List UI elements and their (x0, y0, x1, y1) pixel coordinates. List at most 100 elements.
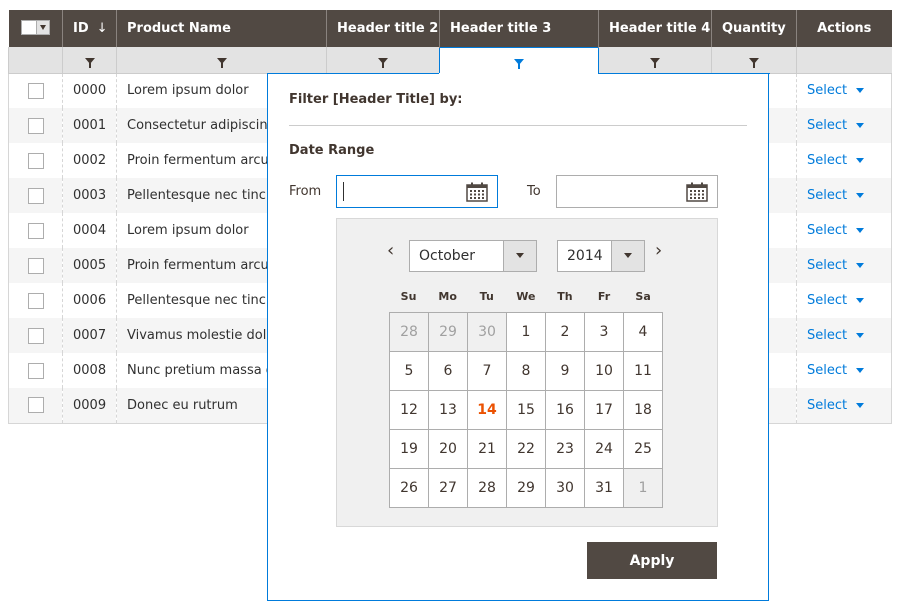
calendar-day[interactable]: 17 (584, 390, 624, 430)
calendar-day[interactable]: 7 (467, 351, 507, 391)
calendar-icon[interactable] (686, 182, 708, 202)
apply-button[interactable]: Apply (587, 542, 717, 579)
row-checkbox[interactable] (27, 257, 44, 274)
calendar-day[interactable]: 11 (623, 351, 663, 391)
caret-down-icon[interactable] (856, 368, 865, 373)
row-checkbox[interactable] (27, 82, 44, 99)
calendar-day[interactable]: 23 (545, 429, 585, 469)
filter-button-title-2[interactable] (326, 47, 440, 74)
select-action-dropdown[interactable]: Select (807, 328, 865, 343)
calendar-day-today[interactable]: 14 (467, 390, 507, 430)
filter-button-id[interactable] (62, 47, 117, 74)
calendar-day[interactable]: 31 (584, 468, 624, 508)
caret-down-icon[interactable] (856, 333, 865, 338)
sort-descending-icon[interactable]: ↓ (97, 21, 108, 36)
calendar-day-other-month[interactable]: 30 (467, 312, 507, 352)
row-checkbox[interactable] (27, 222, 44, 239)
column-header-title-4[interactable]: Header title 4 (598, 10, 712, 47)
filter-icon[interactable] (650, 58, 660, 69)
select-action-dropdown[interactable]: Select (807, 188, 865, 203)
calendar-day[interactable]: 18 (623, 390, 663, 430)
calendar-day[interactable]: 25 (623, 429, 663, 469)
calendar-day[interactable]: 9 (545, 351, 585, 391)
calendar-day[interactable]: 1 (506, 312, 546, 352)
chevron-down-icon[interactable] (35, 20, 49, 34)
calendar-day-other-month[interactable]: 1 (623, 468, 663, 508)
row-checkbox[interactable] (27, 117, 44, 134)
calendar-icon[interactable] (466, 182, 488, 202)
caret-down-icon[interactable] (856, 402, 865, 408)
filter-icon[interactable] (514, 58, 524, 69)
calendar-day[interactable]: 28 (467, 468, 507, 508)
calendar-day[interactable]: 29 (506, 468, 546, 508)
year-select[interactable]: 2014 (557, 240, 645, 272)
filter-button-quantity[interactable] (711, 47, 797, 74)
select-action-dropdown[interactable]: Select (807, 118, 865, 133)
select-action-dropdown[interactable]: Select (807, 398, 865, 413)
calendar-day[interactable]: 5 (389, 351, 429, 391)
calendar-day[interactable]: 20 (428, 429, 468, 469)
select-action-dropdown[interactable]: Select (807, 258, 865, 273)
filter-icon[interactable] (749, 58, 759, 69)
row-checkbox[interactable] (27, 397, 44, 414)
calendar-day[interactable]: 13 (428, 390, 468, 430)
calendar-day[interactable]: 16 (545, 390, 585, 430)
mass-select-dropdown[interactable] (20, 19, 50, 35)
to-date-input[interactable] (563, 176, 683, 205)
calendar-day[interactable]: 22 (506, 429, 546, 469)
calendar-day[interactable]: 26 (389, 468, 429, 508)
caret-down-icon[interactable] (856, 298, 865, 303)
filter-icon[interactable] (216, 58, 227, 69)
column-header-title-3[interactable]: Header title 3 (439, 10, 599, 47)
column-header-product-name[interactable]: Product Name (116, 10, 327, 47)
to-date-field[interactable] (556, 175, 718, 208)
calendar-day[interactable]: 15 (506, 390, 546, 430)
select-action-dropdown[interactable]: Select (807, 293, 865, 308)
from-date-field[interactable] (336, 175, 498, 208)
mass-select-checkbox[interactable] (21, 20, 36, 34)
caret-down-icon[interactable] (856, 228, 865, 233)
calendar-day[interactable]: 10 (584, 351, 624, 391)
select-action-dropdown[interactable]: Select (807, 153, 865, 168)
calendar-day[interactable]: 27 (428, 468, 468, 508)
select-action-dropdown[interactable]: Select (807, 223, 865, 238)
filter-icon[interactable] (378, 58, 388, 69)
select-action-dropdown[interactable]: Select (807, 363, 865, 378)
calendar-day[interactable]: 3 (584, 312, 624, 352)
calendar-day[interactable]: 2 (545, 312, 585, 352)
filter-icon[interactable] (84, 58, 95, 69)
chevron-left-icon[interactable]: ‹ (387, 240, 394, 261)
calendar-day[interactable]: 24 (584, 429, 624, 469)
caret-down-icon[interactable] (856, 193, 865, 198)
column-header-quantity[interactable]: Quantity (711, 10, 797, 47)
row-checkbox[interactable] (27, 187, 44, 204)
chevron-down-icon[interactable] (611, 241, 644, 271)
month-select[interactable]: October (409, 240, 537, 272)
chevron-down-icon[interactable] (503, 241, 536, 271)
select-action-dropdown[interactable]: Select (807, 83, 865, 98)
calendar-day-other-month[interactable]: 29 (428, 312, 468, 352)
caret-down-icon[interactable] (856, 263, 865, 268)
row-checkbox[interactable] (27, 327, 44, 344)
calendar-day[interactable]: 21 (467, 429, 507, 469)
calendar-day[interactable]: 4 (623, 312, 663, 352)
calendar-day[interactable]: 6 (428, 351, 468, 391)
calendar-day[interactable]: 30 (545, 468, 585, 508)
column-header-id[interactable]: ID ↓ (62, 10, 117, 47)
calendar-day[interactable]: 8 (506, 351, 546, 391)
row-checkbox[interactable] (27, 292, 44, 309)
caret-down-icon[interactable] (856, 158, 865, 163)
chevron-right-icon[interactable]: › (655, 240, 662, 261)
row-checkbox[interactable] (27, 362, 44, 379)
caret-down-icon[interactable] (856, 123, 865, 128)
filter-button-title-4[interactable] (598, 47, 712, 74)
calendar-day[interactable]: 12 (389, 390, 429, 430)
calendar-day-other-month[interactable]: 28 (389, 312, 429, 352)
caret-down-icon[interactable] (856, 88, 865, 94)
filter-button-title-3[interactable] (439, 46, 599, 73)
filter-button-product-name[interactable] (116, 47, 327, 74)
from-date-input[interactable] (343, 176, 463, 205)
column-header-title-2[interactable]: Header title 2 (326, 10, 440, 47)
calendar-day[interactable]: 19 (389, 429, 429, 469)
row-checkbox[interactable] (27, 152, 44, 169)
